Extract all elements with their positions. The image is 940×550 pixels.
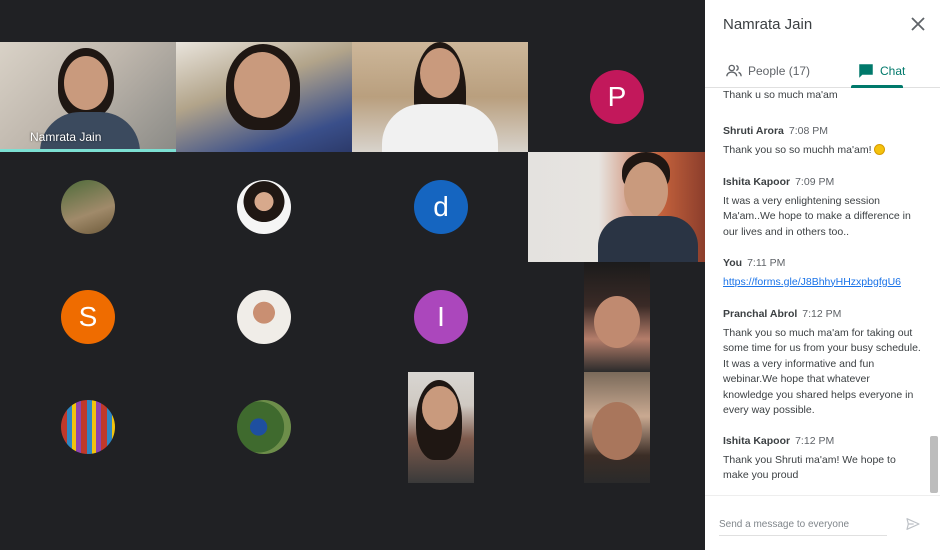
side-panel: Namrata Jain People (17) Chat Thank u so… [705, 0, 940, 550]
participant-face [420, 48, 460, 98]
chat-messages[interactable]: Thank u so much ma'am Shruti Arora 7:08 P… [705, 88, 940, 493]
tab-people-label: People (17) [748, 64, 811, 78]
message-sender: Pranchal Abrol [723, 308, 798, 320]
participant-shoulders [382, 104, 498, 152]
video-tile[interactable]: P [528, 42, 705, 152]
panel-tabs: People (17) Chat [705, 54, 940, 88]
video-tile[interactable] [528, 152, 705, 262]
participant-face [624, 162, 668, 220]
participant-avatar [61, 400, 115, 454]
participant-shoulders [598, 216, 698, 262]
message-time: 7:12 PM [795, 435, 835, 447]
panel-title: Namrata Jain [723, 16, 813, 33]
participant-avatar: S [61, 290, 115, 344]
participant-name-tag: Namrata Jain [30, 130, 102, 144]
message-sender: Ishita Kapoor [723, 435, 791, 447]
tab-people[interactable]: People (17) [725, 54, 810, 88]
close-icon[interactable] [908, 14, 928, 34]
message-composer [705, 495, 940, 550]
chat-icon [859, 64, 873, 78]
chat-message: Ishita Kapoor 7:12 PM Thank you Shruti ma… [723, 434, 921, 484]
video-tile[interactable] [176, 262, 352, 372]
video-tile[interactable]: S [0, 262, 176, 372]
message-text: Thank you so much ma'am for taking out s… [723, 326, 921, 417]
chat-scrollbar[interactable] [930, 436, 938, 493]
message-time: 7:09 PM [795, 176, 835, 188]
meeting-screen: Namrata Jain P d S I Namrata Jain People… [0, 0, 940, 550]
participant-avatar [237, 290, 291, 344]
participant-face [234, 52, 290, 118]
video-tile[interactable] [176, 372, 352, 483]
message-time: 7:12 PM [802, 308, 842, 320]
video-tile[interactable] [176, 152, 352, 262]
message-text: It was a very enlightening session Ma'am… [723, 194, 911, 238]
video-tile[interactable] [352, 42, 528, 152]
participant-avatar: P [590, 70, 644, 124]
participant-avatar [237, 400, 291, 454]
message-text: Thank u so much ma'am [723, 89, 838, 101]
message-sender: Shruti Arora [723, 125, 784, 137]
video-grid: Namrata Jain P d S I [0, 42, 705, 483]
participant-avatar: I [414, 290, 468, 344]
chat-message: You 7:11 PM https://forms.gle/J8BhhyHHzxp… [723, 256, 921, 290]
message-time: 7:08 PM [788, 125, 828, 137]
video-tile[interactable]: d [352, 152, 528, 262]
participant-avatar [61, 180, 115, 234]
people-icon [726, 64, 742, 77]
participant-face [592, 402, 642, 460]
message-text: Thank you so so muchh ma'am! [723, 143, 872, 156]
participant-avatar [237, 180, 291, 234]
participant-face [422, 386, 458, 430]
message-link[interactable]: https://forms.gle/J8BhhyHHzxpbgfgU6 [723, 276, 901, 288]
video-tile-self[interactable]: Namrata Jain [0, 42, 176, 152]
participant-face [594, 296, 640, 348]
message-time: 7:11 PM [747, 257, 786, 269]
chat-message: Ishita Kapoor 7:09 PM It was a very enlig… [723, 175, 921, 240]
chat-message: Thank u so much ma'am [723, 88, 921, 104]
video-tile[interactable] [584, 262, 650, 372]
video-tile[interactable] [0, 152, 176, 262]
participant-avatar: d [414, 180, 468, 234]
video-tile[interactable] [408, 372, 474, 483]
chat-message: Pranchal Abrol 7:12 PM Thank you so much … [723, 307, 921, 419]
video-tile[interactable] [584, 372, 650, 483]
video-tile[interactable] [0, 372, 176, 483]
video-tile[interactable]: I [352, 262, 528, 372]
message-sender: You [723, 257, 743, 269]
participant-face [64, 56, 108, 110]
send-icon[interactable] [905, 516, 921, 532]
smiley-emoji-icon [873, 143, 885, 155]
message-input[interactable] [719, 514, 887, 536]
message-sender: Ishita Kapoor [723, 176, 791, 188]
tab-chat-label: Chat [880, 64, 906, 78]
message-text: Thank you Shruti ma'am! We hope to make … [723, 453, 896, 482]
video-tile[interactable] [176, 42, 352, 152]
tab-chat[interactable]: Chat [857, 54, 905, 88]
chat-message: Shruti Arora 7:08 PM Thank you so so much… [723, 124, 921, 158]
